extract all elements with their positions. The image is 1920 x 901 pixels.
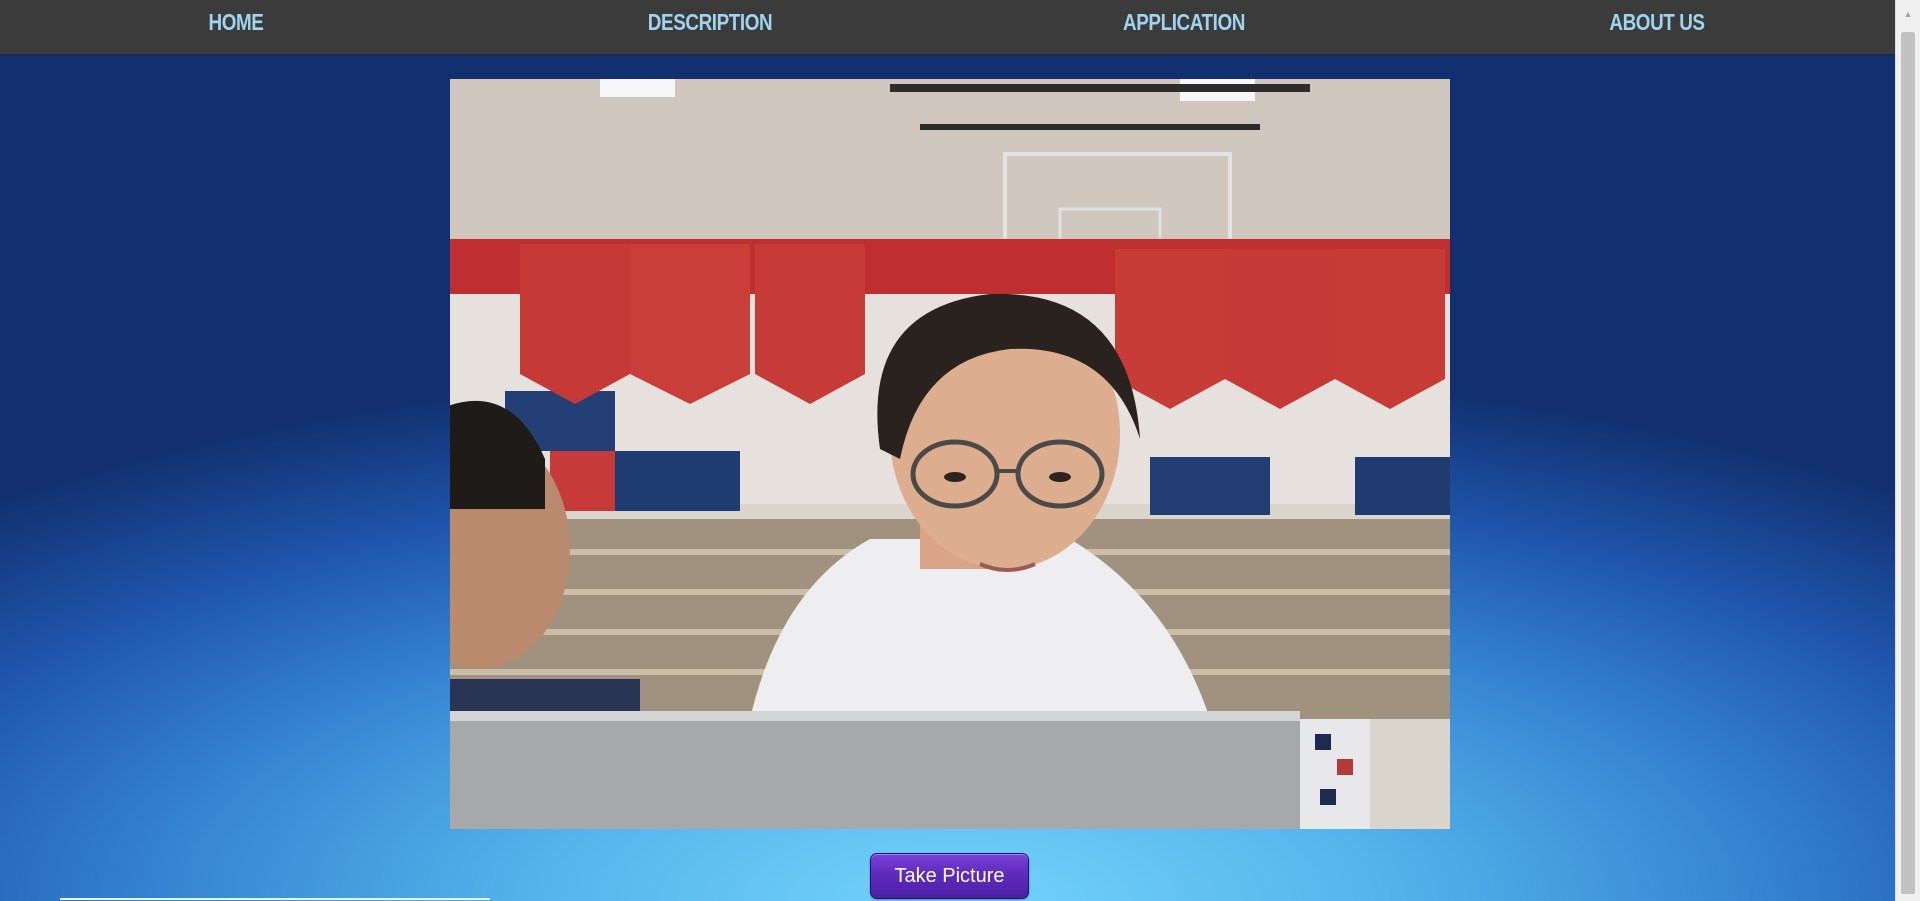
top-navigation: HOME DESCRIPTION APPLICATION ABOUT US bbox=[0, 0, 1896, 54]
vertical-scrollbar[interactable]: ▲ bbox=[1895, 0, 1920, 901]
nav-description-link[interactable]: DESCRIPTION bbox=[635, 8, 786, 36]
nav-application-link[interactable]: APPLICATION bbox=[1113, 8, 1254, 36]
horizontal-scroll-indicator bbox=[60, 898, 490, 900]
scroll-up-icon[interactable]: ▲ bbox=[1896, 2, 1920, 26]
scrollbar-thumb[interactable] bbox=[1901, 32, 1915, 894]
webcam-scene bbox=[450, 79, 1450, 829]
nav-home-link[interactable]: HOME bbox=[198, 8, 273, 36]
nav-about-us-link[interactable]: ABOUT US bbox=[1597, 8, 1717, 36]
take-picture-button[interactable]: Take Picture bbox=[870, 853, 1029, 899]
webcam-video-feed bbox=[450, 79, 1450, 829]
